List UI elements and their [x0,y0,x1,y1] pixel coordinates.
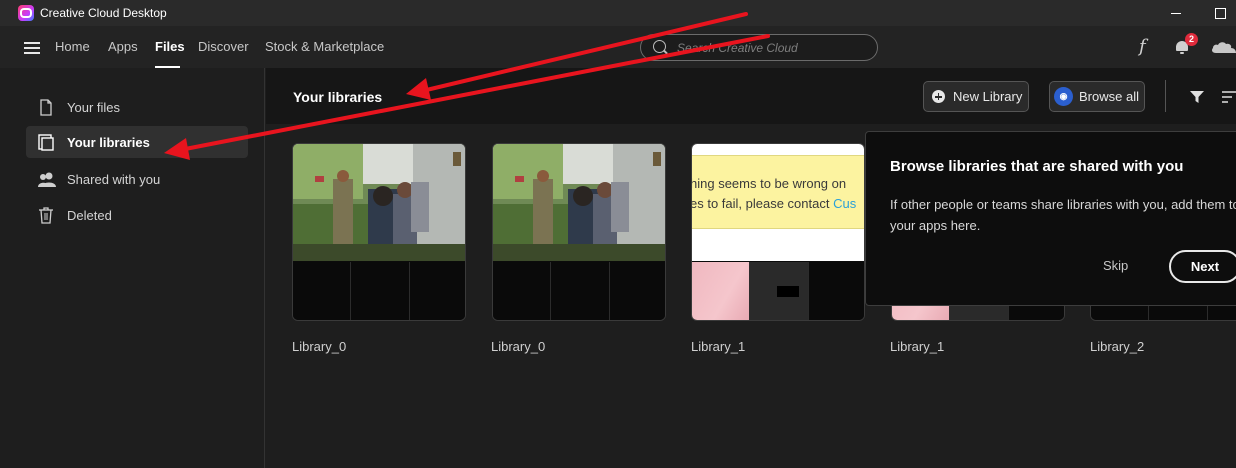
new-library-button[interactable]: New Library [923,81,1029,112]
next-button[interactable]: Next [1169,250,1236,283]
library-name: Library_1 [890,339,945,354]
error-link: Cus [833,196,857,211]
file-icon [40,98,52,116]
filter-icon[interactable] [1190,90,1204,104]
tab-apps[interactable]: Apps [108,39,138,54]
sidebar-item-shared-with-you[interactable]: Shared with you [26,163,248,195]
libraries-icon [38,133,54,151]
files-sidebar: Your files Your libraries Shared with yo… [10,68,265,468]
page-title: Your libraries [293,89,383,105]
window-title: Creative Cloud Desktop [40,6,167,20]
error-text-line: hing seems to be wrong on [691,176,847,191]
skip-button[interactable]: Skip [1103,258,1128,273]
browse-all-button[interactable]: ◉ Browse all [1049,81,1145,112]
creative-cloud-window: Creative Cloud Desktop Home Apps Files D… [0,0,1236,468]
trash-icon [39,206,53,224]
search-icon [653,40,666,53]
coachmark-body-line: your apps here. [890,218,981,233]
browse-libraries-icon: ◉ [1054,87,1073,106]
title-bar: Creative Cloud Desktop [0,0,1236,26]
library-preview-error-page: hing seems to be wrong on es to fail, pl… [691,144,864,261]
sidebar-item-label: Deleted [67,207,112,223]
search-input[interactable] [677,39,867,56]
new-library-label: New Library [953,89,1023,104]
sidebar-item-label: Your files [67,99,120,115]
minimize-button[interactable] [1167,4,1185,22]
tab-home[interactable]: Home [55,39,90,54]
library-name: Library_1 [691,339,746,354]
maximize-button[interactable] [1211,4,1229,22]
sidebar-item-label: Your libraries [67,134,150,150]
browse-libraries-coachmark: Browse libraries that are shared with yo… [865,131,1236,306]
coachmark-body: If other people or teams share libraries… [890,194,1236,236]
library-name: Library_0 [292,339,347,354]
creative-cloud-logo-icon [18,5,34,21]
sort-icon[interactable] [1222,90,1236,104]
sidebar-item-your-libraries[interactable]: Your libraries [26,126,248,158]
sidebar-item-your-files[interactable]: Your files [26,91,248,123]
hamburger-menu-icon[interactable] [24,42,40,54]
coachmark-title: Browse libraries that are shared with yo… [890,158,1184,175]
browse-all-label: Browse all [1079,89,1139,104]
libraries-header: Your libraries New Library ◉ Browse all [266,68,1236,124]
library-card[interactable]: hing seems to be wrong on es to fail, pl… [691,143,865,321]
library-preview-photo [493,144,665,261]
library-preview-cells [493,262,665,320]
top-nav: Home Apps Files Discover Stock & Marketp… [0,26,1236,68]
error-text-line: es to fail, please contact Cus [691,196,857,211]
cloud-status-icon[interactable] [1211,41,1236,53]
library-card[interactable] [292,143,466,321]
sidebar-item-label: Shared with you [67,171,161,187]
library-preview-cells [293,262,465,320]
error-banner: hing seems to be wrong on es to fail, pl… [691,155,864,229]
header-divider [1165,80,1166,112]
library-preview-cells [692,262,864,320]
search-box[interactable] [640,34,878,61]
library-card[interactable] [492,143,666,321]
tab-discover[interactable]: Discover [198,39,249,54]
tab-files[interactable]: Files [155,39,185,54]
fonts-icon[interactable]: f [1139,36,1146,57]
plus-circle-icon [932,90,945,103]
notification-count-badge: 2 [1185,33,1198,46]
people-icon [38,172,56,187]
tab-stock-marketplace[interactable]: Stock & Marketplace [265,39,384,54]
coachmark-body-line: If other people or teams share libraries… [890,197,1236,212]
library-name: Library_2 [1090,339,1145,354]
sidebar-item-deleted[interactable]: Deleted [26,199,248,231]
library-preview-photo [293,144,465,261]
library-name: Library_0 [491,339,546,354]
error-text: es to fail, please contact [691,196,834,211]
